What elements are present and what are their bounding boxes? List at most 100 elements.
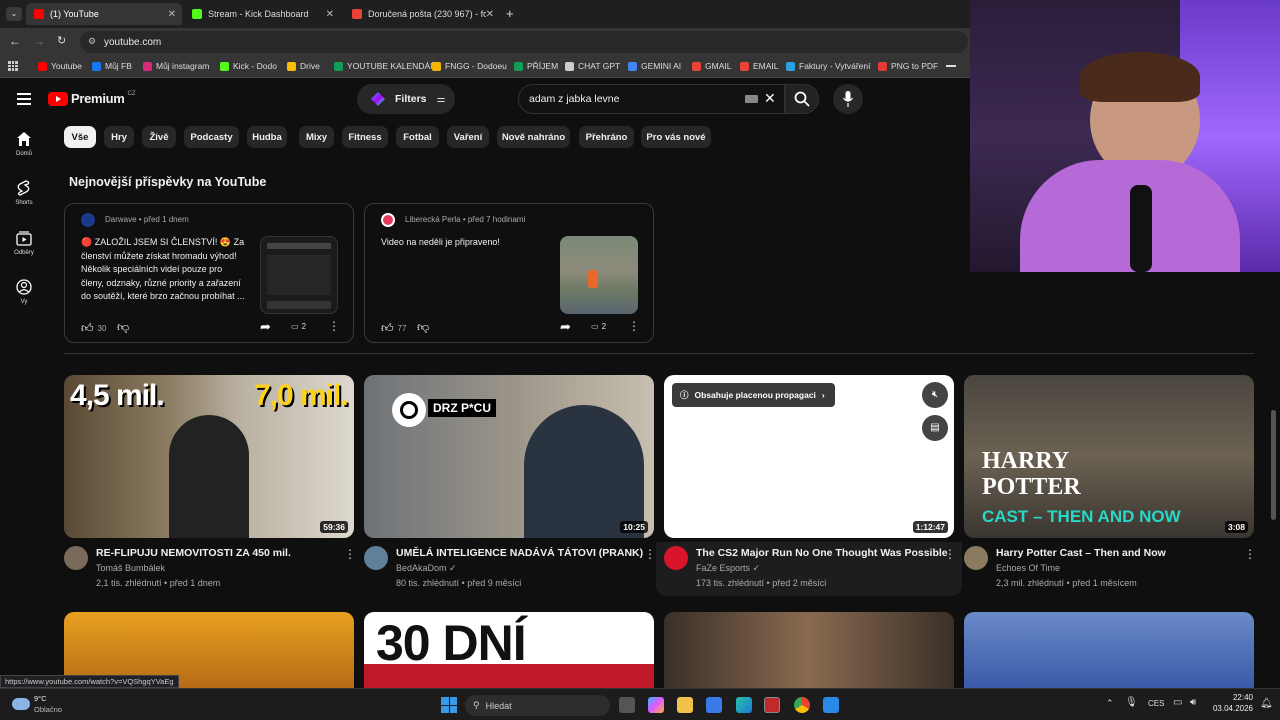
bookmark-item[interactable]: PŘÍJEM [514,61,558,71]
chip-10[interactable]: Přehráno [579,126,634,148]
bookmark-item[interactable]: GMAIL [692,61,731,71]
windows-start-icon[interactable] [441,697,457,713]
language-indicator[interactable]: CES [1148,699,1164,708]
notepad-icon[interactable] [823,697,839,713]
channel-name[interactable]: BedAkaDom ✓ [396,563,457,574]
dislike-icon[interactable]: 👎︎ [417,320,429,335]
copilot-icon[interactable] [648,697,664,713]
more-icon[interactable]: ⋮ [328,319,340,333]
chip-2[interactable]: Živě [142,126,176,148]
more-icon[interactable]: ⋮ [344,547,356,561]
video-title[interactable]: UMĚLÁ INTELIGENCE NADÁVÁ TÁTOVI (PRANK) [396,547,643,559]
community-post[interactable]: Liberecká Perla • před 7 hodinami Video … [364,203,654,343]
comments-button[interactable]: ▭ 2 [591,322,606,331]
avatar[interactable] [364,546,388,570]
search-input[interactable]: adam z jabka levne ✕ [518,84,785,114]
chrome-icon[interactable] [794,697,810,713]
bookmark-item[interactable]: Faktury - Vytváření [786,61,870,71]
store-icon[interactable] [706,697,722,713]
forward-icon[interactable]: → [33,34,45,48]
clear-search-icon[interactable]: ✕ [764,90,776,107]
taskbar-search[interactable]: ⚲ Hledat [465,695,610,716]
bookmark-item[interactable]: Můj FB [92,61,132,71]
avatar[interactable] [81,213,95,227]
more-icon[interactable]: ⋮ [644,547,656,561]
paid-promotion-badge[interactable]: ⓘ Obsahuje placenou propagaci › [672,383,835,407]
video-thumbnail[interactable] [664,612,954,688]
sidebar-item-subscriptions[interactable]: Odběry [0,230,48,256]
video-thumbnail[interactable]: DRZ P*CU 10:25 [364,375,654,538]
menu-icon[interactable] [17,93,31,105]
youtube-premium-logo[interactable]: Premium CZ [48,91,136,106]
bookmark-item[interactable]: Můj instagram [143,61,209,71]
share-icon[interactable]: ➦ [260,319,271,335]
post-image[interactable] [260,236,338,314]
chip-1[interactable]: Hry [104,126,134,148]
weather-temp[interactable]: 9°C [34,694,47,703]
task-view-icon[interactable] [619,697,635,713]
search-button[interactable] [785,84,819,114]
more-icon[interactable]: ⋮ [944,547,956,561]
chip-6[interactable]: Fitness [342,126,388,148]
like-button[interactable]: 👍︎ 30 [81,321,106,336]
chip-0[interactable]: Vše [64,126,96,148]
scrollbar-thumb[interactable] [1271,410,1276,520]
channel-name[interactable]: FaZe Esports ✓ [696,563,760,574]
tab-youtube[interactable]: (1) YouTube ✕ [26,3,182,25]
dislike-icon[interactable]: 👎︎ [117,320,129,335]
clock-date[interactable]: 03.04.2026 [1208,704,1253,713]
share-icon[interactable]: ➦ [560,319,571,335]
chip-5[interactable]: Mixy [299,126,334,148]
chip-3[interactable]: Podcasty [184,126,239,148]
bookmark-item[interactable]: CHAT GPT [565,61,620,71]
video-title[interactable]: The CS2 Major Run No One Thought Was Pos… [696,547,948,559]
more-icon[interactable]: ⋮ [1244,547,1256,561]
chip-7[interactable]: Fotbal [396,126,439,148]
url-field[interactable]: ⚙ youtube.com [80,31,968,53]
clock-time[interactable]: 22:40 [1213,693,1253,702]
bookmark-item[interactable]: Drive [287,61,320,71]
tab-kick[interactable]: Stream - Kick Dashboard ✕ [184,3,340,25]
sidebar-item-you[interactable]: Vy [0,279,48,305]
close-tab-icon[interactable]: ✕ [168,9,176,20]
channel-name[interactable]: Echoes Of Time [996,563,1060,573]
apps-grid-icon[interactable] [8,61,18,71]
bookmark-item[interactable]: PNG to PDF [878,61,938,71]
avatar[interactable] [964,546,988,570]
more-icon[interactable]: ⋮ [628,319,640,333]
like-button[interactable]: 👍︎ 77 [381,321,406,336]
post-image[interactable] [560,236,638,314]
file-explorer-icon[interactable] [677,697,693,713]
channel-name[interactable]: Tomáš Bumbálek [96,563,165,573]
avatar[interactable] [64,546,88,570]
community-post[interactable]: Darwave • před 1 dnem 🔴 ZALOŽIL JSEM SI … [64,203,354,343]
volume-icon[interactable]: 🔊︎ [1190,697,1196,708]
video-title[interactable]: RE-FLIPUJU NEMOVITOSTI ZA 450 mil. [96,547,291,559]
bookmark-item[interactable]: Youtube [38,61,82,71]
video-thumbnail[interactable]: ⓘ Obsahuje placenou propagaci › 🔇︎ ▤ 1:12:… [664,375,954,538]
voice-search-button[interactable] [833,84,863,114]
chip-8[interactable]: Vaření [447,126,489,148]
avatar[interactable] [664,546,688,570]
tab-gmail[interactable]: Doručená pošta (230 967) - fos ✕ [344,3,500,25]
close-tab-icon[interactable]: ✕ [326,9,334,20]
chip-4[interactable]: Hudba [247,126,287,148]
filters-button[interactable]: Filters ⚌ [357,84,455,114]
bookmark-item[interactable]: FNGG - Dodoeu [432,61,507,71]
video-thumbnail[interactable]: 4,5 mil. 7,0 mil. 59:36 [64,375,354,538]
bookmark-item[interactable]: Kick - Dodo [220,61,277,71]
video-thumbnail[interactable]: HARRY POTTER CAST – THEN AND NOW 3:08 [964,375,1254,538]
captions-icon[interactable]: ▤ [922,415,948,441]
sidebar-item-shorts[interactable]: Shorts [0,180,48,206]
edge-icon[interactable] [736,697,752,713]
close-tab-icon[interactable]: ✕ [485,8,494,20]
show-hidden-icons[interactable]: ⌃ [1106,698,1114,709]
mute-icon[interactable]: 🔇︎ [922,382,948,408]
more-bookmarks-icon[interactable] [946,65,956,67]
app-icon[interactable] [764,697,780,713]
bookmark-item[interactable]: EMAIL [740,61,779,71]
back-icon[interactable]: ← [9,34,21,48]
bookmark-item[interactable]: GEMINI AI [628,61,681,71]
video-thumbnail[interactable] [964,612,1254,688]
sidebar-item-home[interactable]: Domů [0,131,48,157]
